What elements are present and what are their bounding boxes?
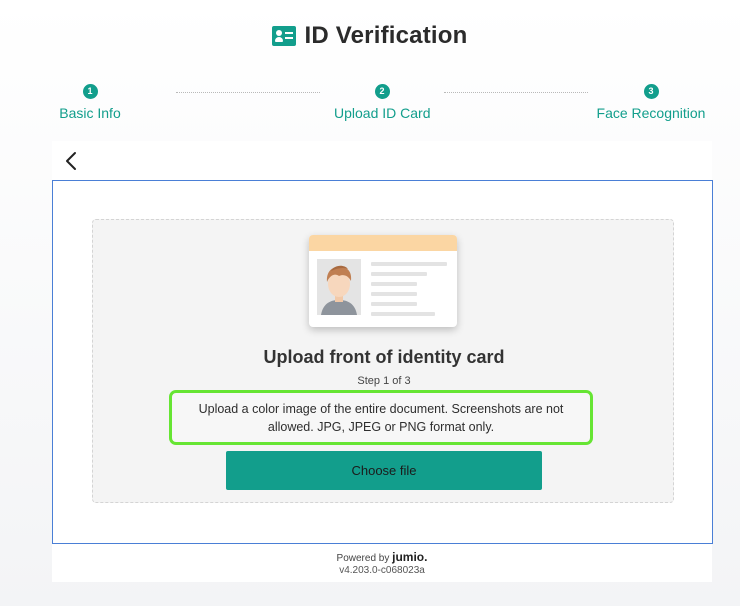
- step-label: Upload ID Card: [334, 105, 431, 121]
- upload-instructions: Upload a color image of the entire docum…: [169, 390, 593, 445]
- page-title: ID Verification: [304, 22, 468, 49]
- card-toolbar: [52, 141, 712, 181]
- back-arrow-icon[interactable]: [62, 150, 82, 172]
- upload-title: Upload front of identity card: [263, 347, 505, 367]
- step-number: 3: [643, 84, 659, 99]
- id-card-illustration: [309, 235, 457, 327]
- step-label: Basic Info: [59, 105, 121, 121]
- card-footer: Powered by jumio. v4.203.0-c068023a: [52, 544, 712, 582]
- page: ID Verification 1 Basic Info 2 Upload ID…: [0, 0, 740, 606]
- id-card-icon: [272, 26, 297, 46]
- powered-by-text: Powered by: [336, 553, 390, 564]
- step-connector: [444, 92, 588, 93]
- step-connector: [176, 92, 320, 93]
- upload-card: Upload front of identity card Step 1 of …: [52, 180, 713, 544]
- upload-dropzone[interactable]: Upload front of identity card Step 1 of …: [92, 219, 674, 503]
- instructions-text: Upload a color image of the entire docum…: [198, 401, 564, 434]
- step-face-recognition: 3 Face Recognition: [596, 84, 706, 121]
- step-number: 1: [82, 84, 98, 99]
- header: ID Verification: [0, 22, 740, 50]
- step-number: 2: [374, 84, 390, 99]
- jumio-logo: jumio.: [392, 550, 428, 564]
- version-text: v4.203.0-c068023a: [339, 565, 425, 576]
- step-basic-info: 1 Basic Info: [58, 84, 122, 121]
- step-label: Face Recognition: [596, 105, 706, 121]
- step-upload-id-card: 2 Upload ID Card: [334, 84, 431, 121]
- powered-by: Powered by jumio.: [52, 550, 712, 564]
- portrait-illustration: [317, 259, 361, 315]
- choose-file-button[interactable]: Choose file: [226, 451, 542, 490]
- step-indicator-text: Step 1 of 3: [357, 375, 411, 387]
- progress-stepper: 1 Basic Info 2 Upload ID Card 3 Face Rec…: [0, 84, 740, 124]
